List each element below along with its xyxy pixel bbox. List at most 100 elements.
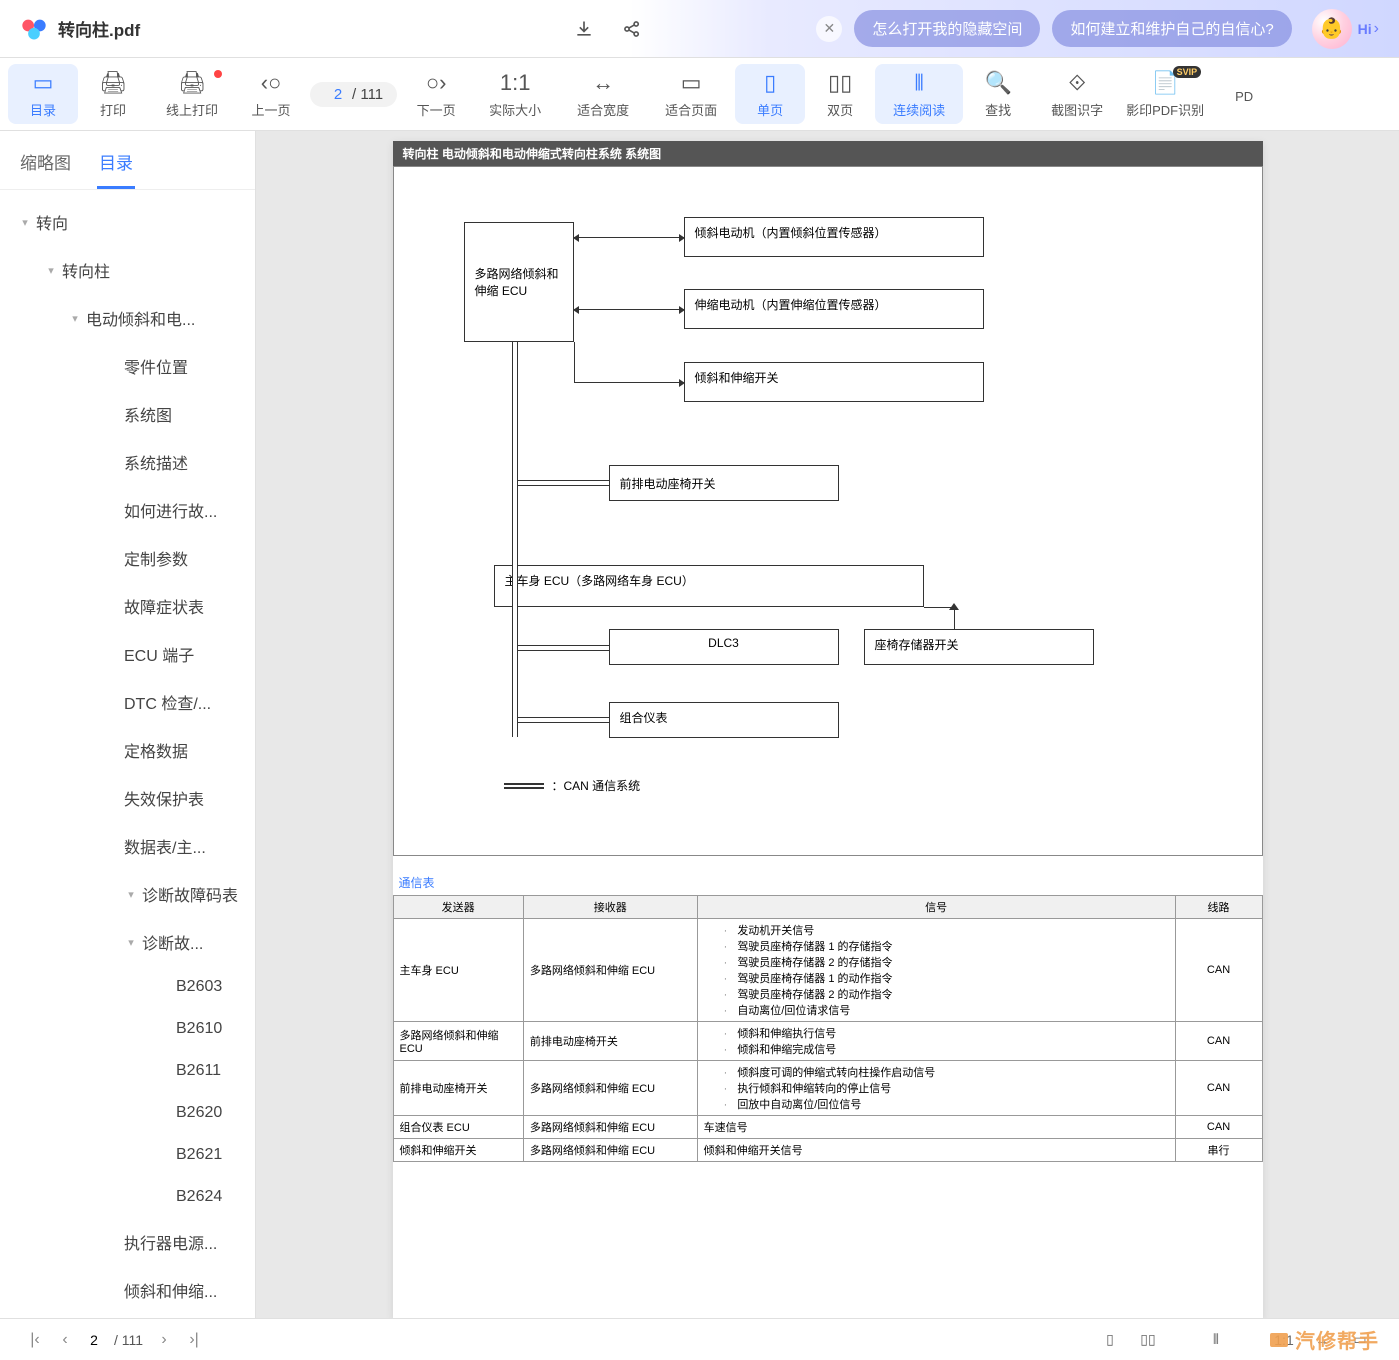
suggestion-pill-2[interactable]: 如何建立和维护自己的自信心? xyxy=(1052,10,1291,47)
toolbar-适合页面[interactable]: ▭适合页面 xyxy=(647,64,735,124)
tree-item[interactable]: ▾转向 xyxy=(0,198,255,246)
toolbar-PD[interactable]: PD xyxy=(1209,64,1279,124)
tree-label: ECU 端子 xyxy=(124,642,194,666)
tree-toggle-icon[interactable]: ▾ xyxy=(124,936,138,949)
tree-label: B2620 xyxy=(176,1104,222,1122)
box-meter: 组合仪表 xyxy=(609,702,839,738)
tree-item[interactable]: ▾诊断故... xyxy=(0,918,255,966)
tree-label: B2611 xyxy=(176,1062,221,1080)
avatar-icon[interactable]: 👶 xyxy=(1312,9,1352,49)
first-page-button[interactable]: |‹ xyxy=(20,1331,50,1349)
tab-outline[interactable]: 目录 xyxy=(97,141,135,189)
table-row: 组合仪表 ECU多路网络倾斜和伸缩 ECU车速信号CAN xyxy=(393,1116,1262,1139)
tree-item[interactable]: 系统图 xyxy=(0,390,255,438)
box-front-seat: 前排电动座椅开关 xyxy=(609,465,839,501)
legend-line-icon xyxy=(504,783,544,789)
view-double-icon[interactable]: ▯▯ xyxy=(1131,1327,1165,1353)
signal-item: 驾驶员座椅存储器 1 的动作指令 xyxy=(724,970,1169,986)
tree-item[interactable]: B2621 xyxy=(0,1134,255,1176)
chevron-right-icon[interactable]: › xyxy=(1374,20,1379,38)
box-seat-mem: 座椅存储器开关 xyxy=(864,629,1094,665)
toolbar-上一页[interactable]: ‹○上一页 xyxy=(236,64,306,124)
cell-signal: 发动机开关信号驾驶员座椅存储器 1 的存储指令驾驶员座椅存储器 2 的存储指令驾… xyxy=(697,919,1175,1022)
tab-thumbnail[interactable]: 缩略图 xyxy=(18,141,73,189)
tree-item[interactable]: 定制参数 xyxy=(0,534,255,582)
view-single-icon[interactable]: ▯ xyxy=(1093,1327,1127,1353)
tree-item[interactable]: ▾转向柱 xyxy=(0,246,255,294)
tree-toggle-icon[interactable]: ▾ xyxy=(44,264,58,277)
document-viewport[interactable]: 转向柱 电动倾斜和电动伸缩式转向柱系统 系统图 多路网络倾斜和伸缩 ECU 倾斜… xyxy=(256,131,1399,1318)
toolbar-适合宽度[interactable]: ↔适合宽度 xyxy=(559,64,647,124)
toolbar-线上打印[interactable]: 🖨线上打印 xyxy=(148,64,236,124)
hi-badge[interactable]: Hi xyxy=(1358,21,1372,37)
tree-toggle-icon[interactable]: ▾ xyxy=(68,312,82,325)
tree-item[interactable]: ▾电动倾斜和电... xyxy=(0,294,255,342)
toolbar-影印PDF识别[interactable]: 📄影印PDF识别SVIP xyxy=(1121,64,1209,124)
signal-item: 倾斜和伸缩执行信号 xyxy=(724,1025,1169,1041)
tree-item[interactable]: 定格数据 xyxy=(0,726,255,774)
page-input-box[interactable]: / 111 xyxy=(310,82,397,107)
tree-item[interactable]: ECU 端子 xyxy=(0,630,255,678)
can-bus xyxy=(518,645,610,651)
tree-item[interactable]: B2620 xyxy=(0,1092,255,1134)
toolbar-单页[interactable]: ▯单页 xyxy=(735,64,805,124)
toolbar-icon: ‹○ xyxy=(261,70,282,96)
outline-tree: ▾转向▾转向柱▾电动倾斜和电...零件位置系统图系统描述如何进行故...定制参数… xyxy=(0,190,255,1318)
toolbar-实际大小[interactable]: 1:1实际大小 xyxy=(471,64,559,124)
toolbar-label: 截图识字 xyxy=(1051,100,1103,119)
tree-item[interactable]: 如何进行故... xyxy=(0,486,255,534)
box-tilt-motor: 倾斜电动机（内置倾斜位置传感器） xyxy=(684,217,984,257)
cell-sender: 多路网络倾斜和伸缩 ECU xyxy=(393,1022,523,1061)
toolbar-目录[interactable]: ▭目录 xyxy=(8,64,78,124)
toolbar-查找[interactable]: 🔍查找 xyxy=(963,64,1033,124)
box-tele-motor: 伸缩电动机（内置伸缩位置传感器） xyxy=(684,289,984,329)
table-header: 发送器 xyxy=(393,896,523,919)
page-current-input[interactable] xyxy=(324,86,352,103)
tree-item[interactable]: 零件位置 xyxy=(0,342,255,390)
toolbar-label: PD xyxy=(1235,89,1253,104)
tree-item[interactable]: B2610 xyxy=(0,1008,255,1050)
toolbar-icon: ↔ xyxy=(592,70,614,96)
tree-item[interactable]: ▾诊断故障码表 xyxy=(0,870,255,918)
tree-item[interactable]: B2624 xyxy=(0,1176,255,1218)
sidebar-tabs: 缩略图 目录 xyxy=(0,131,255,190)
connector xyxy=(954,607,955,629)
toolbar-连续阅读[interactable]: ⫴连续阅读 xyxy=(875,64,963,124)
next-page-button[interactable]: › xyxy=(149,1331,179,1349)
last-page-button[interactable]: ›| xyxy=(179,1331,209,1349)
tree-item[interactable]: 失效保护表 xyxy=(0,774,255,822)
tree-item[interactable]: 执行器电源... xyxy=(0,1218,255,1266)
can-bus xyxy=(518,480,610,486)
cell-line: CAN xyxy=(1175,1022,1262,1061)
connector xyxy=(494,582,512,588)
tree-item[interactable]: 数据表/主... xyxy=(0,822,255,870)
prev-page-button[interactable]: ‹ xyxy=(50,1331,80,1349)
connector xyxy=(574,342,575,383)
signal-item: 执行倾斜和伸缩转向的停止信号 xyxy=(724,1080,1169,1096)
tree-item[interactable]: 故障症状表 xyxy=(0,582,255,630)
tree-item[interactable]: DTC 检查/... xyxy=(0,678,255,726)
toolbar-打印[interactable]: 🖨打印 xyxy=(78,64,148,124)
tree-item[interactable]: 系统描述 xyxy=(0,438,255,486)
tree-toggle-icon[interactable]: ▾ xyxy=(18,216,32,229)
box-main-body: 主车身 ECU（多路网络车身 ECU） xyxy=(494,565,924,607)
tree-item[interactable]: B2611 xyxy=(0,1050,255,1092)
toolbar-label: 单页 xyxy=(757,100,783,119)
suggestion-pill-1[interactable]: 怎么打开我的隐藏空间 xyxy=(854,10,1040,47)
toolbar-截图识字[interactable]: ⟐截图识字 xyxy=(1033,64,1121,124)
page-number-input[interactable] xyxy=(80,1332,108,1348)
toolbar-label: 双页 xyxy=(827,100,853,119)
toolbar-下一页[interactable]: ○›下一页 xyxy=(401,64,471,124)
view-continuous-icon[interactable]: ⫴ xyxy=(1199,1327,1233,1353)
toolbar-双页[interactable]: ▯▯双页 xyxy=(805,64,875,124)
share-icon[interactable] xyxy=(614,11,650,47)
cell-receiver: 多路网络倾斜和伸缩 ECU xyxy=(523,1139,697,1162)
tree-item[interactable]: B2603 xyxy=(0,966,255,1008)
tree-toggle-icon[interactable]: ▾ xyxy=(124,888,138,901)
signal-item: 驾驶员座椅存储器 2 的动作指令 xyxy=(724,986,1169,1002)
tree-item[interactable]: 倾斜和伸缩... xyxy=(0,1266,255,1314)
close-pills-button[interactable]: ✕ xyxy=(816,16,842,42)
cell-line: 串行 xyxy=(1175,1139,1262,1162)
toolbar-icon: ○› xyxy=(426,70,447,96)
download-icon[interactable] xyxy=(566,11,602,47)
